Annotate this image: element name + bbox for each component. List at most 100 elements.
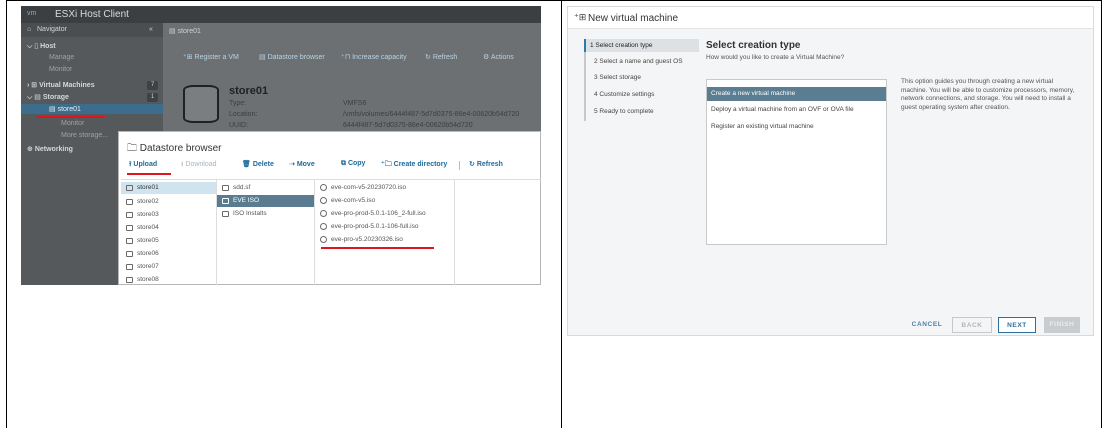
datastore-column: store01 store02 store03 store04 store05 … xyxy=(121,180,217,285)
datastore-large-icon xyxy=(183,85,219,123)
table-divider xyxy=(561,0,562,428)
vmware-logo: vm xyxy=(27,10,37,17)
wizard-footer: CANCEL BACK NEXT FINISH xyxy=(568,312,1093,335)
gear-icon: ⚙ xyxy=(483,54,491,61)
folder-row[interactable]: EVE ISO xyxy=(217,195,314,207)
refresh-icon: ↻ xyxy=(425,54,433,61)
nav-more-storage[interactable]: More storage... xyxy=(61,132,108,139)
upload-button[interactable]: ⭱ Upload xyxy=(129,160,157,171)
new-vm-wizard-screenshot: ⁺⊞ New virtual machine 1 Select creation… xyxy=(567,6,1094,336)
step-select-name-os[interactable]: 2 Select a name and guest OS xyxy=(590,55,699,68)
folder-row[interactable]: sdd.sf xyxy=(217,182,314,194)
datastore-row[interactable]: store02 xyxy=(121,196,216,208)
step-customize-settings[interactable]: 4 Customize settings xyxy=(590,88,699,101)
back-button[interactable]: BACK xyxy=(952,317,992,333)
file-row[interactable]: eve-com-v5.iso xyxy=(315,195,454,207)
file-row[interactable]: eve-com-v5-20230720.iso xyxy=(315,182,454,194)
datastore-title: store01 xyxy=(229,85,269,97)
copy-button[interactable]: ⧉ Copy xyxy=(341,160,365,168)
option-deploy-ovf[interactable]: Deploy a virtual machine from an OVF or … xyxy=(707,103,886,117)
datastore-row[interactable]: store01 xyxy=(121,182,216,194)
move-button[interactable]: ⇢ Move xyxy=(289,160,315,168)
prop-uuid-label: UUID: xyxy=(229,122,249,129)
register-vm-button[interactable]: ⁺⊞ Register a VM xyxy=(183,53,239,61)
browser-icon: ▤ xyxy=(259,54,268,61)
nav-host-manage[interactable]: Manage xyxy=(49,54,74,61)
section-title: Select creation type xyxy=(706,40,801,51)
register-icon: ⁺⊞ xyxy=(183,54,195,61)
nav-host[interactable]: ⌵ ▯ Host xyxy=(27,42,56,51)
wizard-steps: 1 Select creation type 2 Select a name a… xyxy=(584,39,699,121)
breadcrumb[interactable]: ▤ store01 xyxy=(169,27,201,35)
storage-icon: ⌵ ▤ xyxy=(27,94,43,101)
cancel-button[interactable]: CANCEL xyxy=(907,317,947,333)
creation-type-list: Create a new virtual machine Deploy a vi… xyxy=(706,79,887,245)
wizard-title: New virtual machine xyxy=(588,13,679,24)
datastore-icon xyxy=(126,251,133,257)
iso-disc-icon xyxy=(320,223,327,230)
nav-host-monitor[interactable]: Monitor xyxy=(49,66,72,73)
option-register-existing[interactable]: Register an existing virtual machine xyxy=(707,120,886,134)
table-border-left xyxy=(6,0,7,428)
file-row[interactable]: eve-pro-prod-5.0.1-106-full.iso xyxy=(315,221,454,233)
table-border-right xyxy=(1101,0,1102,428)
nav-storage[interactable]: ⌵ ▤ Storage xyxy=(27,93,69,102)
datastore-icon xyxy=(126,185,133,191)
iso-disc-icon xyxy=(320,184,327,191)
datastore-row[interactable]: store05 xyxy=(121,235,216,247)
datastore-row[interactable]: store04 xyxy=(121,222,216,234)
annotation-underline-upload xyxy=(127,173,171,175)
datastore-browser-button[interactable]: ▤ Datastore browser xyxy=(259,53,325,61)
iso-disc-icon xyxy=(320,197,327,204)
nav-networking[interactable]: ⊕ Networking xyxy=(27,145,73,153)
browser-toolbar: ⭱ Upload ⭳ Download 🗑 Delete ⇢ Move ⧉ Co… xyxy=(119,160,541,175)
datastore-icon xyxy=(126,277,133,283)
delete-button[interactable]: 🗑 Delete xyxy=(242,160,274,168)
refresh-button[interactable]: ↻ Refresh xyxy=(425,53,457,61)
prop-type-label: Type: xyxy=(229,100,247,107)
dialog-title: 🗀 Datastore browser xyxy=(127,143,222,154)
datastore-browser-dialog: 🗀 Datastore browser ⭱ Upload ⭳ Download … xyxy=(118,131,541,285)
step-select-storage[interactable]: 3 Select storage xyxy=(590,71,699,84)
refresh-icon: ↻ xyxy=(469,161,477,168)
create-directory-button[interactable]: ⁺🗀 Create directory xyxy=(381,160,447,171)
actions-button[interactable]: ⚙ Actions xyxy=(483,53,514,61)
section-subtitle: How would you like to create a Virtual M… xyxy=(706,54,845,61)
datastore-row[interactable]: store03 xyxy=(121,209,216,221)
finish-button[interactable]: FINISH xyxy=(1044,317,1080,333)
download-button[interactable]: ⭳ Download xyxy=(181,160,217,171)
folder-icon: 🗀 xyxy=(127,143,140,154)
nav-virtual-machines[interactable]: › ⊞ Virtual Machines xyxy=(27,81,95,89)
datastore-row[interactable]: store08 xyxy=(121,274,216,285)
navigator-title: Navigator xyxy=(37,26,67,33)
iso-disc-icon xyxy=(320,210,327,217)
browser-refresh-button[interactable]: ↻ Refresh xyxy=(469,160,503,168)
preview-column xyxy=(455,180,541,285)
step-ready-to-complete[interactable]: 5 Ready to complete xyxy=(590,105,699,118)
nav-store01[interactable]: ▤ store01 xyxy=(49,105,81,113)
storage-count-badge: 1 xyxy=(147,93,158,102)
file-row[interactable]: eve-pro-prod-5.0.1-106_2-full.iso xyxy=(315,208,454,220)
navigator-header: ⌂ Navigator « xyxy=(21,23,163,37)
datastore-row[interactable]: store06 xyxy=(121,248,216,260)
annotation-underline-store01 xyxy=(37,116,105,118)
step-select-creation-type[interactable]: 1 Select creation type xyxy=(584,39,699,52)
datastore-row[interactable]: store07 xyxy=(121,261,216,273)
datastore-icon xyxy=(126,212,133,218)
datastore-icon xyxy=(126,225,133,231)
option-create-new-vm[interactable]: Create a new virtual machine xyxy=(707,87,886,101)
folder-open-icon xyxy=(222,198,229,204)
folder-column: sdd.sf EVE ISO ISO Instalts xyxy=(217,180,315,285)
folder-icon xyxy=(222,211,229,217)
esxi-header: vm ESXi Host Client xyxy=(21,6,541,23)
folder-row[interactable]: ISO Instalts xyxy=(217,208,314,220)
table-border-top xyxy=(6,0,1102,1)
new-vm-icon: ⁺⊞ xyxy=(574,12,587,22)
datastore-icon xyxy=(126,238,133,244)
annotation-underline-iso xyxy=(321,247,434,249)
file-row[interactable]: eve-pro-v5.20230326.iso xyxy=(315,234,454,246)
increase-capacity-button[interactable]: ⁺⊓ Increase capacity xyxy=(341,53,407,61)
next-button[interactable]: NEXT xyxy=(998,317,1036,333)
collapse-icon[interactable]: « xyxy=(149,26,153,33)
nav-store-monitor[interactable]: Monitor xyxy=(61,120,84,127)
